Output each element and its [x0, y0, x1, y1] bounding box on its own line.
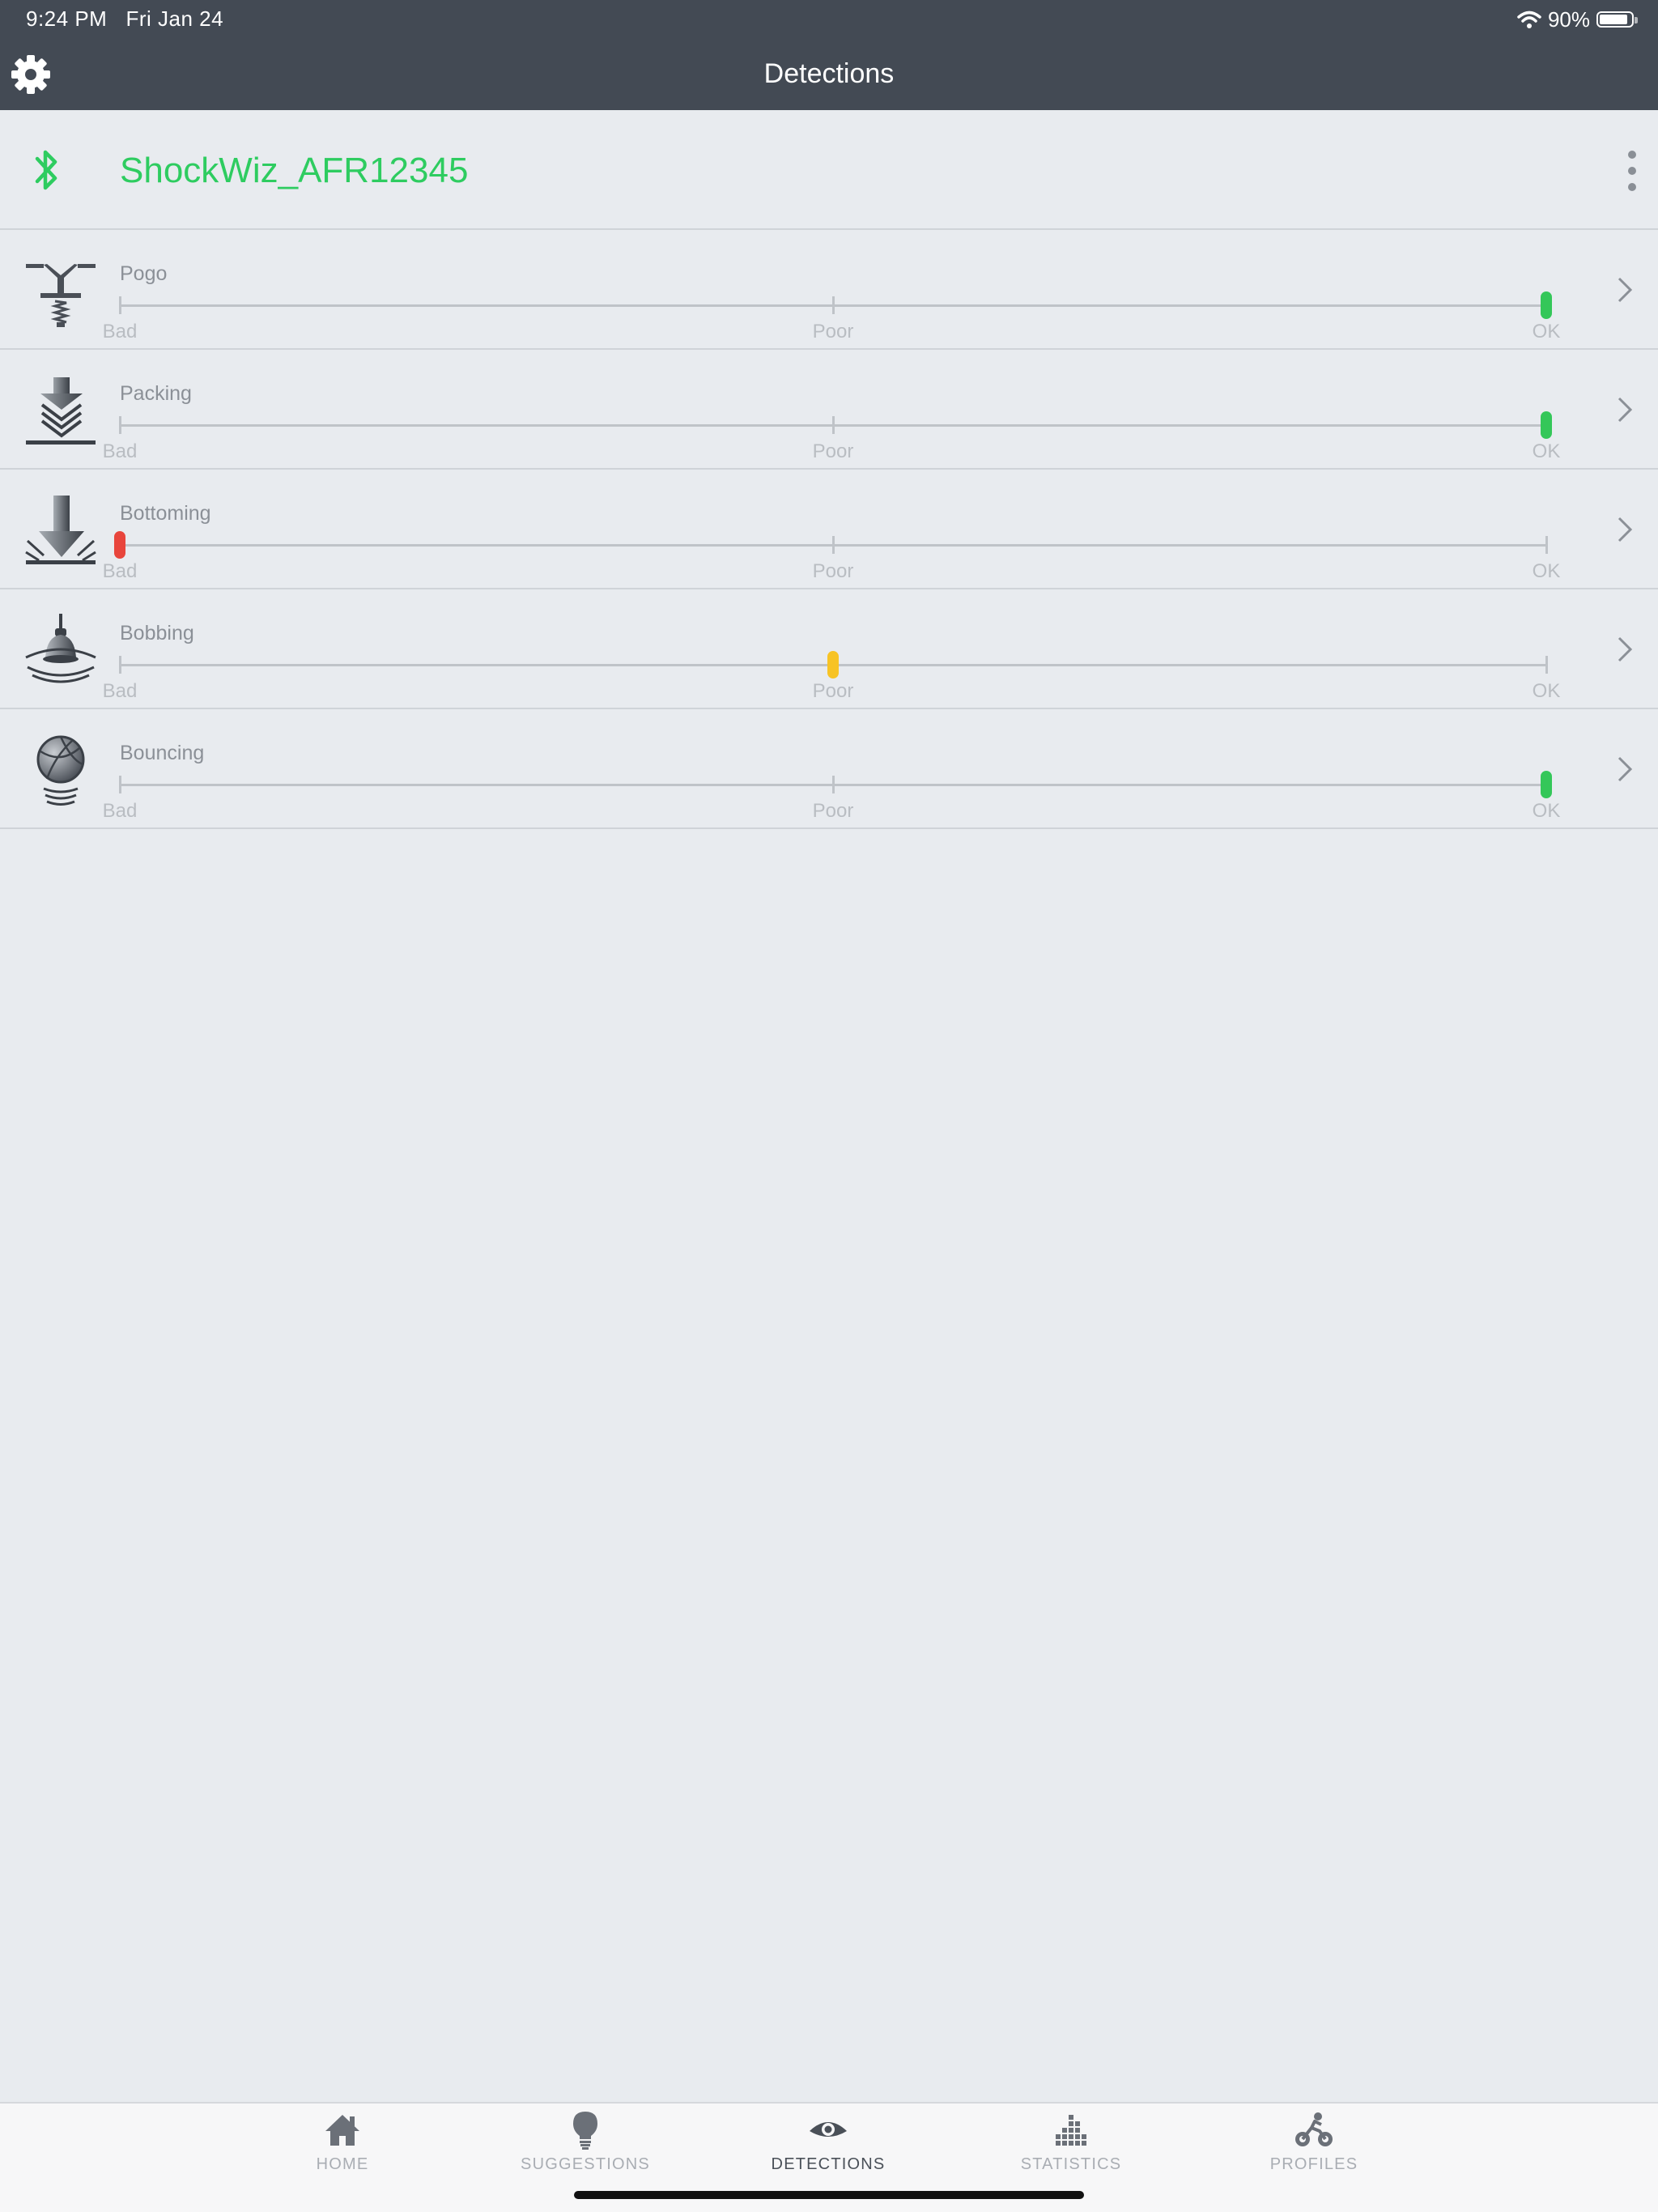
tick-bad [119, 296, 121, 314]
detection-marker [1541, 771, 1552, 798]
bar-chart-icon [1056, 2115, 1086, 2146]
chevron-right-icon[interactable] [1616, 755, 1634, 784]
chevron-right-icon[interactable] [1616, 395, 1634, 424]
scale-label-bad: Bad [102, 560, 138, 582]
detection-label: Bobbing [120, 622, 194, 644]
home-indicator [574, 2191, 1084, 2199]
eye-icon [810, 2122, 847, 2137]
bouncing-ball-icon [36, 735, 85, 806]
chevron-right-icon[interactable] [1616, 635, 1634, 664]
battery-icon [1596, 11, 1638, 28]
chevron-right-icon[interactable] [1616, 515, 1634, 544]
detection-label: Bouncing [120, 742, 205, 764]
page-title: Detections [763, 58, 895, 89]
bluetooth-icon [35, 150, 57, 190]
tick-bad [119, 656, 121, 674]
scale-label-ok: OK [1532, 680, 1561, 702]
detection-marker [1541, 411, 1552, 439]
scale-label-ok: OK [1532, 440, 1561, 462]
detection-marker [827, 651, 839, 678]
home-icon [325, 2115, 359, 2146]
device-row[interactable]: ShockWiz_AFR12345 [0, 110, 1658, 230]
scale-label-bad: Bad [102, 800, 138, 822]
tab-detections[interactable]: DETECTIONS [739, 2110, 917, 2183]
detection-row-bouncing[interactable]: Bouncing Bad Poor OK [0, 709, 1658, 829]
tab-label: SUGGESTIONS [521, 2155, 650, 2173]
scale-label-bad: Bad [102, 321, 138, 342]
status-clock: 9:24 PM [26, 6, 108, 31]
pogo-stick-icon [26, 264, 96, 327]
scale-label-poor: Poor [812, 800, 854, 822]
detection-label: Bottoming [120, 502, 211, 525]
tab-home[interactable]: HOME [253, 2110, 432, 2183]
status-indicators: 90% [1517, 6, 1638, 32]
scale-label-poor: Poor [812, 321, 854, 342]
scale-label-bad: Bad [102, 440, 138, 462]
tick-poor [832, 296, 835, 314]
detection-marker [114, 531, 125, 559]
bicycle-icon [1295, 2112, 1333, 2146]
status-time: 9:24 PM Fri Jan 24 [26, 6, 223, 32]
scale-label-poor: Poor [812, 680, 854, 702]
detection-row-pogo[interactable]: Pogo Bad Poor OK [0, 230, 1658, 350]
tab-suggestions[interactable]: SUGGESTIONS [496, 2110, 674, 2183]
status-date: Fri Jan 24 [125, 6, 224, 31]
bottoming-arrow-icon [25, 496, 96, 564]
tick-ok [1545, 536, 1548, 554]
scale-label-poor: Poor [812, 440, 854, 462]
bobbing-icon [25, 614, 96, 683]
scale-label-ok: OK [1532, 321, 1561, 342]
tab-label: HOME [316, 2155, 369, 2173]
detection-row-bobbing[interactable]: Bobbing Bad Poor OK [0, 589, 1658, 709]
device-name: ShockWiz_AFR12345 [120, 151, 469, 190]
tab-statistics[interactable]: STATISTICS [982, 2110, 1160, 2183]
detection-row-bottoming[interactable]: Bottoming Bad Poor OK [0, 470, 1658, 589]
nav-header: 9:24 PM Fri Jan 24 90% Detections [0, 0, 1658, 110]
detection-row-packing[interactable]: Packing Bad Poor OK [0, 350, 1658, 470]
chevron-right-icon[interactable] [1616, 275, 1634, 304]
lightbulb-icon [573, 2112, 597, 2150]
scale-label-poor: Poor [812, 560, 854, 582]
scale-label-bad: Bad [102, 680, 138, 702]
battery-percent: 90% [1547, 6, 1590, 32]
more-vertical-icon[interactable] [1624, 151, 1640, 191]
scale-label-ok: OK [1532, 800, 1561, 822]
wifi-icon [1517, 11, 1541, 28]
detection-label: Pogo [120, 262, 168, 285]
detection-marker [1541, 291, 1552, 319]
tab-label: PROFILES [1269, 2155, 1358, 2173]
tab-label: DETECTIONS [771, 2155, 886, 2173]
tick-bad [119, 776, 121, 793]
tick-bad [119, 416, 121, 434]
tick-poor [832, 536, 835, 554]
tick-ok [1545, 656, 1548, 674]
tick-poor [832, 416, 835, 434]
detection-label: Packing [120, 382, 192, 405]
packing-arrow-icon [26, 377, 96, 445]
tab-profiles[interactable]: PROFILES [1225, 2110, 1403, 2183]
battery-level [1600, 15, 1628, 24]
scale-label-ok: OK [1532, 560, 1561, 582]
tick-poor [832, 776, 835, 793]
tab-label: STATISTICS [1020, 2155, 1122, 2173]
